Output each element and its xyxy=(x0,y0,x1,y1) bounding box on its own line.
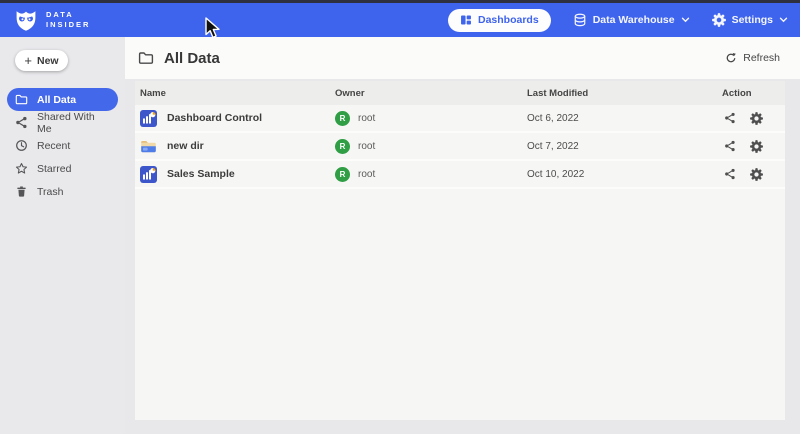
sidebar-item-trash[interactable]: Trash xyxy=(7,180,118,203)
last-modified: Oct 10, 2022 xyxy=(527,169,722,180)
content-area: Name Owner Last Modified Action Dashboar… xyxy=(125,79,800,434)
share-icon xyxy=(15,116,28,129)
owner-name: root xyxy=(358,169,375,180)
main-header: All Data Refresh xyxy=(125,37,800,79)
dashboards-button[interactable]: Dashboards xyxy=(448,9,551,32)
owner-cell: R root xyxy=(335,139,527,154)
refresh-label: Refresh xyxy=(743,52,780,64)
owner-name: root xyxy=(358,113,375,124)
app-logo-text: DATA INSIDER xyxy=(46,10,90,31)
sidebar-item-label: Trash xyxy=(37,186,63,198)
last-modified: Oct 7, 2022 xyxy=(527,141,722,152)
settings-label: Settings xyxy=(732,14,773,26)
chevron-down-icon xyxy=(681,17,690,23)
gear-icon xyxy=(712,13,726,27)
logo-line1: DATA xyxy=(46,10,90,21)
owner-cell: R root xyxy=(335,167,527,182)
file-name: new dir xyxy=(167,140,204,152)
data-warehouse-label: Data Warehouse xyxy=(593,14,675,26)
owner-name: root xyxy=(358,141,375,152)
database-icon xyxy=(573,13,587,27)
table-header: Name Owner Last Modified Action xyxy=(135,81,785,105)
file-name-cell: Dashboard Control xyxy=(140,110,335,127)
sidebar-item-shared-with-me[interactable]: Shared With Me xyxy=(7,111,118,134)
sidebar-item-label: Starred xyxy=(37,163,71,175)
sidebar-menu: All Data Shared With Me Recent Starred T… xyxy=(0,88,125,203)
star-icon xyxy=(15,162,28,175)
file-name-cell: Sales Sample xyxy=(140,166,335,183)
gear-icon[interactable] xyxy=(750,140,763,153)
owner-avatar: R xyxy=(335,139,350,154)
share-icon[interactable] xyxy=(724,168,736,180)
action-cell xyxy=(722,112,785,125)
navbar-actions: Dashboards Data Warehouse Settings xyxy=(448,9,788,32)
file-table: Name Owner Last Modified Action Dashboar… xyxy=(135,81,785,420)
sidebar-item-label: Recent xyxy=(37,140,70,152)
chevron-down-icon xyxy=(779,17,788,23)
table-row[interactable]: Dashboard Control R root Oct 6, 2022 xyxy=(135,105,785,133)
file-name: Sales Sample xyxy=(167,168,235,180)
sidebar-item-label: Shared With Me xyxy=(37,111,110,135)
column-header-owner: Owner xyxy=(335,88,527,99)
main-area: All Data Refresh Name Owner Last Modifie… xyxy=(125,37,800,434)
new-button-label: New xyxy=(37,55,59,67)
folder-icon xyxy=(138,50,154,66)
gear-icon[interactable] xyxy=(750,168,763,181)
column-header-name: Name xyxy=(140,88,335,99)
folder-icon xyxy=(15,93,28,106)
last-modified: Oct 6, 2022 xyxy=(527,113,722,124)
settings-menu[interactable]: Settings xyxy=(712,13,788,27)
column-header-action: Action xyxy=(722,88,785,99)
owner-avatar: R xyxy=(335,167,350,182)
folder-file-icon xyxy=(140,138,157,155)
table-row[interactable]: Sales Sample R root Oct 10, 2022 xyxy=(135,161,785,189)
sidebar: + New All Data Shared With Me Recent Sta… xyxy=(0,37,125,434)
clock-icon xyxy=(15,139,28,152)
sidebar-item-all-data[interactable]: All Data xyxy=(7,88,118,111)
new-button[interactable]: + New xyxy=(15,50,68,71)
sidebar-item-starred[interactable]: Starred xyxy=(7,157,118,180)
action-cell xyxy=(722,168,785,181)
column-header-last-modified: Last Modified xyxy=(527,88,722,99)
sidebar-item-label: All Data xyxy=(37,94,76,106)
dashboard-file-icon xyxy=(140,110,157,127)
owner-cell: R root xyxy=(335,111,527,126)
page-body: + New All Data Shared With Me Recent Sta… xyxy=(0,37,800,434)
refresh-button[interactable]: Refresh xyxy=(725,52,780,64)
trash-icon xyxy=(15,185,28,198)
page-title: All Data xyxy=(164,50,220,67)
owner-avatar: R xyxy=(335,111,350,126)
dashboards-button-label: Dashboards xyxy=(478,14,539,26)
data-warehouse-menu[interactable]: Data Warehouse xyxy=(573,13,690,27)
gear-icon[interactable] xyxy=(750,112,763,125)
sidebar-item-recent[interactable]: Recent xyxy=(7,134,118,157)
table-row[interactable]: new dir R root Oct 7, 2022 xyxy=(135,133,785,161)
share-icon[interactable] xyxy=(724,112,736,124)
file-name-cell: new dir xyxy=(140,138,335,155)
dashboard-file-icon xyxy=(140,166,157,183)
dashboard-grid-icon xyxy=(460,14,472,26)
share-icon[interactable] xyxy=(724,140,736,152)
file-name: Dashboard Control xyxy=(167,112,262,124)
owl-logo-icon xyxy=(14,8,38,32)
refresh-icon xyxy=(725,52,737,64)
plus-icon: + xyxy=(24,54,32,67)
top-navbar: DATA INSIDER Dashboards Data Warehouse S… xyxy=(0,0,800,37)
action-cell xyxy=(722,140,785,153)
logo-line2: INSIDER xyxy=(46,20,90,31)
app-logo: DATA INSIDER xyxy=(14,8,90,32)
